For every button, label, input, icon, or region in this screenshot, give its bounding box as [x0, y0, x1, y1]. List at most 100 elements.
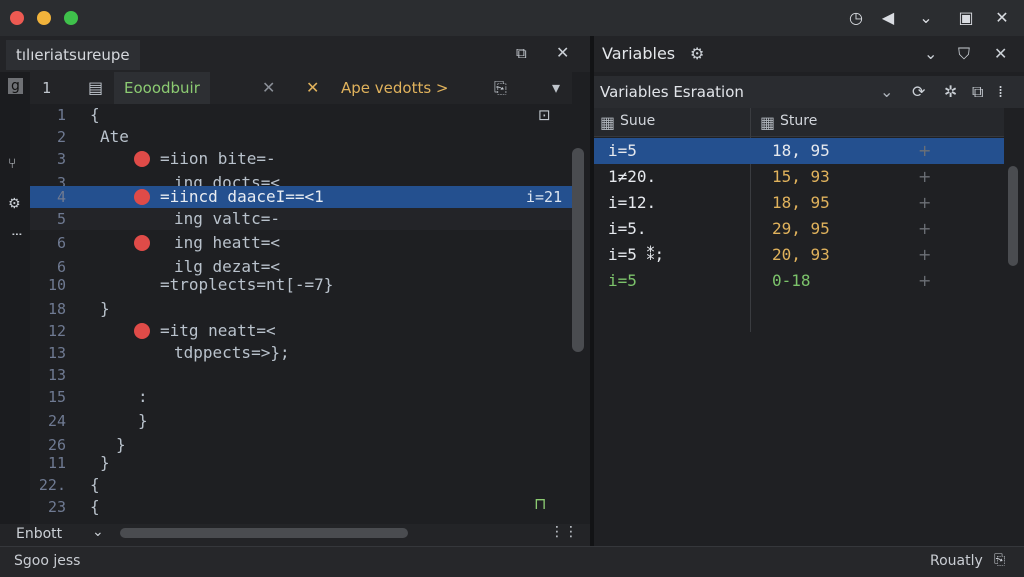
expand-icon[interactable]: +: [918, 216, 931, 242]
variables-scrollbar[interactable]: [1008, 166, 1018, 266]
editor-tab[interactable]: tılıeriatsureupe: [6, 40, 140, 70]
expand-icon[interactable]: +: [918, 242, 931, 268]
chevron-down-icon[interactable]: ⌄: [924, 44, 937, 63]
code-line[interactable]: 12 =itg neatt=<: [30, 320, 572, 342]
line-number[interactable]: 1: [30, 104, 66, 126]
close-icon[interactable]: ✕: [990, 6, 1014, 30]
editor-vertical-scrollbar[interactable]: [572, 148, 584, 352]
code-line[interactable]: 6 ing heatt=<: [30, 232, 572, 254]
variable-row[interactable]: i=12. 18, 95 +: [594, 190, 1004, 216]
clipboard-icon[interactable]: ⎘: [494, 78, 507, 98]
scope-dropdown[interactable]: Variables Esraation: [600, 76, 900, 108]
code-line[interactable]: 1{: [30, 104, 572, 126]
restore-icon[interactable]: ▣: [954, 6, 978, 30]
settings-icon[interactable]: ✲: [944, 82, 957, 101]
line-number[interactable]: 13: [30, 364, 66, 386]
line-number[interactable]: 3: [30, 148, 66, 170]
chevron-down-icon[interactable]: ⌄: [880, 82, 893, 101]
dropdown-icon[interactable]: ▾: [552, 78, 560, 97]
maximize-window-button[interactable]: [64, 11, 78, 25]
line-number[interactable]: 2: [30, 126, 66, 148]
breakpoint-icon[interactable]: [134, 323, 150, 339]
close-tab-icon[interactable]: ✕: [556, 43, 569, 62]
line-number[interactable]: 12: [30, 320, 66, 342]
expand-icon[interactable]: +: [918, 190, 931, 216]
code-line[interactable]: 3 =iion bite=-: [30, 148, 572, 170]
back-icon[interactable]: ◀: [876, 6, 900, 30]
code-line[interactable]: 13: [30, 364, 572, 386]
code-text: {: [90, 497, 100, 516]
code-line[interactable]: 4 =iincd daaceI==<1 i=21: [30, 186, 572, 208]
variable-row[interactable]: i=5 18, 95 +: [594, 138, 1004, 164]
code-line[interactable]: 11}: [30, 452, 572, 474]
variable-row[interactable]: i=5 ⁑; 20, 93 +: [594, 242, 1004, 268]
code-line[interactable]: 24}: [30, 410, 572, 432]
outline-icon[interactable]: ⁝: [8, 232, 24, 236]
gear-icon[interactable]: g: [8, 78, 23, 94]
variable-row[interactable]: i=5 0-18 +: [594, 268, 1004, 294]
branch-icon[interactable]: ⑂: [8, 156, 16, 172]
line-number[interactable]: 13: [30, 342, 66, 364]
close-window-button[interactable]: [10, 11, 24, 25]
expand-icon[interactable]: +: [918, 138, 931, 164]
code-line[interactable]: 15:: [30, 386, 572, 408]
variable-row[interactable]: 1≠20. 15, 93 +: [594, 164, 1004, 190]
variable-value: 18, 95: [772, 141, 830, 160]
gear-icon[interactable]: ⚙: [690, 44, 704, 63]
grip-icon[interactable]: ⋮⋮: [550, 524, 578, 540]
table-icon: ▦: [760, 113, 776, 132]
chevron-down-icon[interactable]: ⌄: [92, 524, 104, 540]
close-icon[interactable]: ✕: [994, 44, 1007, 63]
line-number[interactable]: 15: [30, 386, 66, 408]
expand-icon[interactable]: +: [918, 268, 931, 294]
chevron-down-icon[interactable]: ⌄: [914, 6, 938, 30]
expand-icon[interactable]: +: [918, 164, 931, 190]
line-number[interactable]: 10: [30, 274, 66, 296]
inline-value: i=21: [526, 188, 563, 206]
line-number[interactable]: 4: [30, 186, 66, 208]
code-line[interactable]: 23 {: [30, 496, 572, 518]
variable-row[interactable]: i=5. 29, 95 +: [594, 216, 1004, 242]
breakpoint-icon[interactable]: [134, 189, 150, 205]
code-line[interactable]: 2 Ate: [30, 126, 572, 148]
code-editor[interactable]: 1{2 Ate 3 =iion bite=- 3 ing docts=< 4 =iincd d…: [30, 104, 572, 524]
code-text: ing heatt=<: [174, 233, 280, 252]
line-number[interactable]: 18: [30, 298, 66, 320]
code-text: :: [138, 387, 148, 406]
copy-icon[interactable]: ⧉: [972, 82, 983, 102]
code-line[interactable]: 10 =troplects=nt[-=7}: [30, 274, 572, 296]
line-number[interactable]: 22.: [30, 474, 66, 496]
line-number[interactable]: 6: [30, 232, 66, 254]
variable-name: i=5: [608, 271, 637, 290]
grip-icon[interactable]: ⁞: [998, 82, 1003, 101]
code-line[interactable]: 5 ing valtc=-: [30, 208, 572, 230]
close-subtab-icon-2[interactable]: ✕: [306, 78, 319, 97]
line-number[interactable]: 5: [30, 208, 66, 230]
minimize-window-button[interactable]: [37, 11, 51, 25]
editor-header: tılıeriatsureupe ⧉ ✕: [0, 36, 590, 72]
breakpoint-icon[interactable]: [134, 235, 150, 251]
column-name[interactable]: Suue: [620, 113, 655, 129]
debug-icon[interactable]: ⚙: [8, 196, 21, 212]
code-line[interactable]: 18}: [30, 298, 572, 320]
code-line[interactable]: 13 tdppects=>};: [30, 342, 572, 364]
code-line[interactable]: 22. {: [30, 474, 572, 496]
subtab-active[interactable]: Eooodbuir: [114, 72, 210, 104]
clock-icon[interactable]: ◷: [844, 6, 868, 30]
dock-icon[interactable]: ⎘: [994, 552, 1005, 568]
refresh-icon[interactable]: ⟳: [912, 82, 925, 101]
subtab-second[interactable]: Ape vedotts >: [341, 72, 449, 104]
editor-horizontal-scrollbar[interactable]: [120, 528, 408, 538]
line-number[interactable]: 11: [30, 452, 66, 474]
variable-value: 15, 93: [772, 167, 830, 186]
breakpoint-icon[interactable]: [134, 151, 150, 167]
bookmark-icon[interactable]: ⊡: [538, 106, 551, 124]
line-number[interactable]: 23: [30, 496, 66, 518]
close-subtab-icon[interactable]: ✕: [262, 78, 275, 97]
code-text: ing valtc=-: [174, 209, 280, 228]
split-icon[interactable]: ⧉: [516, 44, 527, 62]
column-value[interactable]: Sture: [780, 113, 817, 129]
status-right[interactable]: Rouatly: [930, 553, 983, 569]
shield-icon[interactable]: ⛉: [958, 44, 970, 64]
line-number[interactable]: 24: [30, 410, 66, 432]
